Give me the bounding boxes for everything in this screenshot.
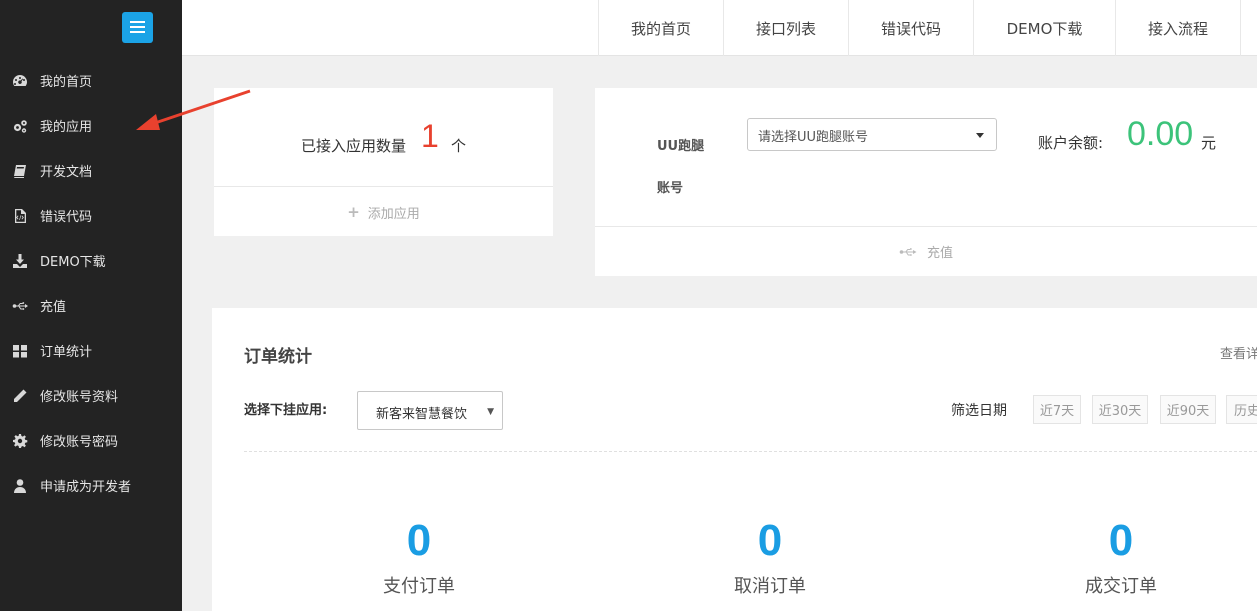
app-count-unit: 个 — [451, 137, 467, 155]
cancelled-orders-label: 取消订单 — [734, 576, 806, 597]
date-range-90-days[interactable]: 近90天 — [1160, 395, 1216, 424]
sidebar-item-label: 订单统计 — [40, 345, 93, 360]
sidebar-item-error-codes[interactable]: 错误代码 — [0, 193, 182, 238]
sidebar-item-label: 我的首页 — [40, 75, 93, 90]
date-range-7-days[interactable]: 近7天 — [1033, 395, 1081, 424]
uu-account-label: UU跑腿 账号 — [657, 126, 717, 210]
pencil-icon — [0, 388, 40, 404]
uu-account-select-value: 请选择UU跑腿账号 — [758, 130, 869, 145]
balance-value: 0.00 — [1127, 115, 1194, 153]
code-file-icon — [0, 208, 40, 224]
app-select[interactable]: 新客来智慧餐饮 ▼ — [357, 391, 503, 430]
cancelled-orders-value: 0 — [757, 516, 783, 565]
order-stats-title: 订单统计 — [244, 347, 312, 367]
sidebar-item-label: 开发文档 — [40, 165, 93, 180]
top-navbar: 我的首页 接口列表 错误代码 DEMO下载 接入流程 — [182, 0, 1257, 56]
sidebar-item-label: 错误代码 — [40, 210, 93, 225]
sidebar-item-order-stats[interactable]: 订单统计 — [0, 328, 182, 373]
sidebar-item-change-password[interactable]: 修改账号密码 — [0, 418, 182, 463]
app-count-row: 已接入应用数量 1 个 — [214, 88, 553, 187]
plus-icon: + — [347, 203, 360, 221]
sidebar-item-label: 我的应用 — [40, 120, 93, 135]
sidebar-item-edit-profile[interactable]: 修改账号资料 — [0, 373, 182, 418]
menu-toggle-button[interactable] — [122, 12, 153, 43]
paid-orders-value: 0 — [406, 516, 432, 565]
balance-card: UU跑腿 账号 请选择UU跑腿账号 账户余额: 0.00 元 充值 — [595, 88, 1257, 276]
dashboard-icon — [0, 73, 40, 89]
caret-down-icon — [976, 133, 984, 138]
sidebar-item-my-apps[interactable]: 我的应用 — [0, 103, 182, 148]
sidebar-item-label: 充值 — [40, 300, 67, 315]
completed-orders-value: 0 — [1108, 516, 1134, 565]
paid-orders-label: 支付订单 — [383, 576, 455, 597]
user-icon — [0, 478, 40, 494]
gear-icon — [0, 433, 40, 449]
sidebar-item-become-developer[interactable]: 申请成为开发者 — [0, 463, 182, 508]
tab-home[interactable]: 我的首页 — [598, 0, 723, 56]
order-stats-card: 订单统计 查看详 选择下挂应用: 新客来智慧餐饮 ▼ 筛选日期 近7天 近30天… — [212, 308, 1257, 611]
uu-account-select[interactable]: 请选择UU跑腿账号 — [747, 118, 997, 151]
add-app-button[interactable]: + 添加应用 — [214, 188, 553, 236]
usb-icon — [899, 247, 917, 256]
balance-label: 账户余额: — [1038, 134, 1104, 152]
caret-down-icon: ▼ — [487, 407, 494, 417]
filter-date-label: 筛选日期 — [951, 403, 1007, 419]
view-detail-link[interactable]: 查看详 — [1220, 343, 1257, 362]
add-app-label: 添加应用 — [367, 206, 420, 222]
sidebar-item-recharge[interactable]: 充值 — [0, 283, 182, 328]
app-count-value: 1 — [421, 118, 439, 154]
tab-error-codes[interactable]: 错误代码 — [848, 0, 973, 56]
sidebar-item-label: 修改账号密码 — [40, 435, 119, 450]
sidebar-item-docs[interactable]: 开发文档 — [0, 148, 182, 193]
recharge-button[interactable]: 充值 — [595, 226, 1257, 276]
app-select-value: 新客来智慧餐饮 — [376, 407, 468, 422]
sidebar-item-home[interactable]: 我的首页 — [0, 58, 182, 103]
tab-demo-download[interactable]: DEMO下载 — [973, 0, 1115, 56]
uu-account-label-line1: UU跑腿 — [657, 139, 705, 154]
date-range-history[interactable]: 历史 — [1226, 395, 1257, 424]
usb-icon — [0, 298, 40, 314]
date-range-30-days[interactable]: 近30天 — [1092, 395, 1148, 424]
tab-api-list[interactable]: 接口列表 — [723, 0, 848, 56]
sidebar: 我的首页 我的应用 开发文档 错误代码 DEMO下载 充值 订单统计 修改账号资… — [0, 0, 182, 611]
book-icon — [0, 163, 40, 179]
app-count-label: 已接入应用数量 — [301, 137, 407, 155]
download-icon — [0, 253, 40, 269]
balance-unit: 元 — [1201, 134, 1217, 152]
sidebar-item-label: DEMO下载 — [40, 255, 106, 270]
completed-orders-label: 成交订单 — [1085, 576, 1157, 597]
gears-icon — [0, 118, 40, 134]
select-app-label: 选择下挂应用: — [244, 403, 328, 418]
tab-integration-flow[interactable]: 接入流程 — [1115, 0, 1241, 56]
sidebar-item-demo-download[interactable]: DEMO下载 — [0, 238, 182, 283]
sidebar-item-label: 申请成为开发者 — [40, 480, 132, 495]
divider — [244, 451, 1257, 452]
sidebar-item-label: 修改账号资料 — [40, 390, 119, 405]
recharge-label: 充值 — [926, 246, 953, 261]
uu-account-label-line2: 账号 — [657, 181, 684, 196]
grid-icon — [0, 343, 40, 359]
app-count-card: 已接入应用数量 1 个 + 添加应用 — [214, 88, 553, 236]
